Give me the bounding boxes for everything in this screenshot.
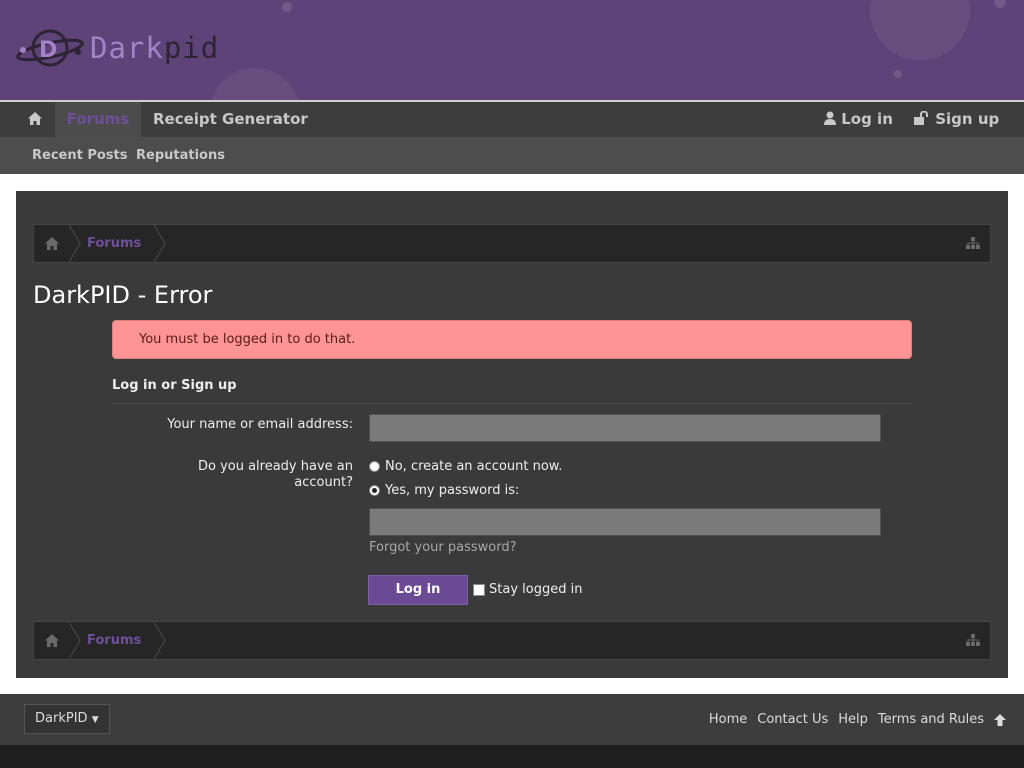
decorative-bubble	[282, 2, 292, 12]
login-link[interactable]: Log in	[824, 102, 893, 137]
decorative-bubble	[870, 0, 970, 60]
style-chooser-label: DarkPID	[35, 711, 88, 726]
svg-text:D: D	[39, 38, 57, 63]
breadcrumb-separator	[69, 225, 81, 262]
account-label: Do you already have an account?	[197, 459, 353, 490]
login-button[interactable]: Log in	[368, 575, 468, 605]
radio-no[interactable]	[369, 461, 380, 472]
footer-link-help[interactable]: Help	[838, 712, 868, 727]
breadcrumb-bottom: Forums	[33, 621, 991, 660]
login-label: Log in	[841, 110, 893, 128]
breadcrumb-separator	[154, 622, 166, 659]
error-message: You must be logged in to do that.	[112, 320, 912, 359]
breadcrumb-home[interactable]	[34, 225, 70, 262]
footer-link-contact[interactable]: Contact Us	[757, 712, 828, 727]
decorative-bubble	[994, 0, 1006, 8]
subnav-reputations[interactable]: Reputations	[136, 137, 225, 174]
main-content: Forums DarkPID - Error You must be logge…	[16, 191, 1008, 678]
breadcrumb-separator	[69, 622, 81, 659]
footer-link-terms[interactable]: Terms and Rules	[878, 712, 984, 727]
breadcrumb-forums[interactable]: Forums	[87, 622, 141, 659]
footer-bottom-bar	[0, 745, 1024, 768]
radio-yes-label: Yes, my password is:	[385, 483, 520, 498]
signup-label: Sign up	[935, 110, 1000, 128]
decorative-bubble	[894, 70, 902, 78]
home-icon	[28, 112, 42, 125]
logo-text: Darkpid	[90, 31, 220, 65]
name-input[interactable]	[369, 414, 881, 442]
breadcrumb-forums[interactable]: Forums	[87, 225, 141, 262]
arrow-up-icon[interactable]	[994, 713, 1006, 726]
decorative-bubble	[210, 68, 300, 100]
style-chooser[interactable]: DarkPID ▼	[24, 704, 110, 734]
forgot-password-link[interactable]: Forgot your password?	[369, 540, 517, 555]
breadcrumb-separator	[154, 225, 166, 262]
home-icon	[45, 237, 59, 250]
footer-link-home[interactable]: Home	[709, 712, 747, 727]
stay-logged-in-label: Stay logged in	[489, 582, 583, 597]
unlock-icon	[914, 110, 928, 125]
sitemap-icon[interactable]	[966, 634, 980, 646]
breadcrumb-home[interactable]	[34, 622, 70, 659]
radio-no-label: No, create an account now.	[385, 459, 563, 474]
sub-navigation: Recent Posts Reputations	[0, 137, 1024, 174]
form-heading: Log in or Sign up	[112, 378, 912, 404]
name-label: Your name or email address:	[167, 417, 353, 432]
home-icon	[45, 634, 59, 647]
user-icon	[824, 111, 836, 125]
radio-has-password[interactable]: Yes, my password is:	[369, 483, 519, 498]
chevron-down-icon: ▼	[91, 715, 99, 725]
site-logo[interactable]: D Darkpid	[14, 26, 219, 70]
main-navigation: Forums Receipt Generator Log in Sign up	[0, 100, 1024, 137]
signup-link[interactable]: Sign up	[914, 102, 999, 137]
footer-links: Home Contact Us Help Terms and Rules	[709, 694, 1006, 745]
page-title: DarkPID - Error	[33, 281, 213, 309]
site-header: D Darkpid	[0, 0, 1024, 100]
subnav-recent-posts[interactable]: Recent Posts	[32, 137, 128, 174]
radio-create-account[interactable]: No, create an account now.	[369, 459, 562, 474]
planet-logo-icon: D	[16, 29, 84, 67]
site-footer: DarkPID ▼ Home Contact Us Help Terms and…	[0, 694, 1024, 745]
stay-logged-in[interactable]: Stay logged in	[473, 582, 582, 597]
breadcrumb: Forums	[33, 224, 991, 263]
tab-forums[interactable]: Forums	[55, 102, 141, 137]
radio-yes[interactable]	[369, 485, 380, 496]
password-input[interactable]	[369, 508, 881, 536]
sitemap-icon[interactable]	[966, 237, 980, 249]
stay-logged-in-checkbox[interactable]	[473, 583, 485, 596]
tab-receipt-generator[interactable]: Receipt Generator	[153, 102, 308, 137]
home-tab[interactable]	[16, 102, 54, 137]
